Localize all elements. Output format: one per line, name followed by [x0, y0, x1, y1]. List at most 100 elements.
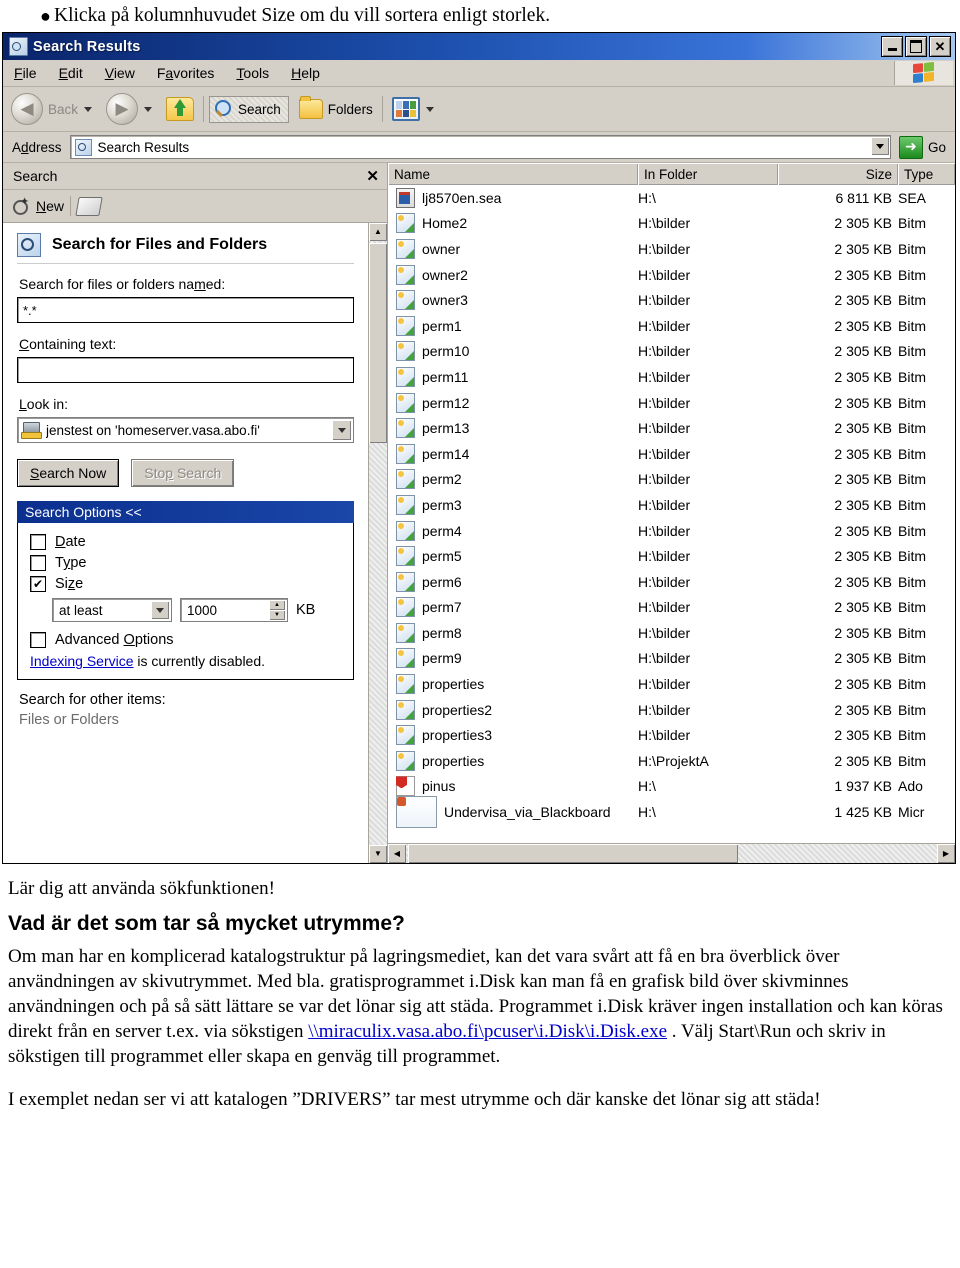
table-row[interactable]: perm12 H:\bilder 2 305 KB Bitm: [388, 390, 955, 416]
idisk-link[interactable]: \\miraculix.vasa.abo.fi\pcuser\i.Disk\i.…: [308, 1021, 667, 1042]
type-checkbox[interactable]: [30, 555, 46, 571]
column-header-name[interactable]: Name: [388, 163, 638, 185]
bullet-text: Klicka på kolumnhuvudet Size om du vill …: [54, 5, 551, 26]
column-header-size[interactable]: Size: [778, 163, 898, 185]
sidebar-scroll-down-icon[interactable]: ▼: [369, 845, 387, 863]
cell-size: 2 305 KB: [834, 496, 892, 513]
forward-history-chevron-icon[interactable]: [144, 106, 153, 112]
sidebar-scroll-thumb[interactable]: [369, 243, 387, 443]
menu-view[interactable]: View: [94, 62, 146, 84]
views-button[interactable]: [388, 95, 444, 123]
table-row[interactable]: perm13 H:\bilder 2 305 KB Bitm: [388, 415, 955, 441]
table-row[interactable]: perm4 H:\bilder 2 305 KB Bitm: [388, 518, 955, 544]
search-options-box: Date Type ✔ Size at least 1000 ▲ ▼ KB Ad…: [17, 523, 354, 680]
indexing-service-link[interactable]: Indexing Service: [30, 653, 134, 669]
containing-input[interactable]: [17, 357, 354, 383]
sidebar-toolbar: ✦ New: [3, 190, 387, 223]
address-dropdown-button[interactable]: [870, 137, 889, 155]
sidebar-scroll-track[interactable]: [369, 443, 387, 845]
results-horizontal-scrollbar[interactable]: ◀ ▶: [388, 843, 955, 863]
table-row[interactable]: properties H:\ProjektA 2 305 KB Bitm: [388, 748, 955, 774]
table-row[interactable]: perm11 H:\bilder 2 305 KB Bitm: [388, 364, 955, 390]
size-checkbox[interactable]: ✔: [30, 576, 46, 592]
option-date[interactable]: Date: [30, 534, 345, 550]
results-scroll-left-icon[interactable]: ◀: [388, 844, 406, 863]
lookin-combobox[interactable]: jenstest on 'homeserver.vasa.abo.fi': [17, 417, 354, 443]
table-row[interactable]: perm7 H:\bilder 2 305 KB Bitm: [388, 595, 955, 621]
bmp-file-icon: [396, 571, 415, 592]
cell-name: perm4: [388, 520, 638, 541]
lookin-value: jenstest on 'homeserver.vasa.abo.fi': [46, 422, 260, 438]
table-row[interactable]: perm14 H:\bilder 2 305 KB Bitm: [388, 441, 955, 467]
advanced-options-checkbox[interactable]: [30, 632, 46, 648]
change-preferences-icon[interactable]: [75, 196, 103, 216]
back-history-chevron-icon[interactable]: [84, 106, 93, 112]
cell-in-folder: H:\bilder: [638, 573, 691, 590]
size-spinner-down-icon[interactable]: ▼: [269, 610, 285, 620]
cell-in-folder: H:\bilder: [638, 317, 691, 334]
menu-help[interactable]: Help: [280, 62, 331, 84]
menu-file[interactable]: File: [3, 62, 48, 84]
back-button[interactable]: ◀ Back: [7, 91, 102, 127]
date-checkbox[interactable]: [30, 534, 46, 550]
maximize-button[interactable]: [905, 36, 927, 57]
views-chevron-icon[interactable]: [425, 106, 434, 112]
minimize-button[interactable]: [881, 36, 903, 57]
table-row[interactable]: lj8570en.sea H:\ 6 811 KB SEA: [388, 185, 955, 211]
size-value-spinner[interactable]: 1000 ▲ ▼: [180, 598, 288, 622]
table-row[interactable]: properties2 H:\bilder 2 305 KB Bitm: [388, 697, 955, 723]
menu-favorites[interactable]: Favorites: [146, 62, 226, 84]
column-header-in-folder[interactable]: In Folder: [638, 163, 778, 185]
table-row[interactable]: perm1 H:\bilder 2 305 KB Bitm: [388, 313, 955, 339]
sidebar-scroll-up-icon[interactable]: ▲: [369, 223, 387, 241]
results-scroll-right-icon[interactable]: ▶: [937, 844, 955, 863]
size-spinner-up-icon[interactable]: ▲: [269, 600, 285, 610]
table-row[interactable]: Undervisa_via_Blackboard H:\ 1 425 KB Micr: [388, 796, 955, 829]
option-size[interactable]: ✔ Size: [30, 576, 345, 592]
cell-size: 2 305 KB: [834, 573, 892, 590]
search-toggle-button[interactable]: Search: [209, 95, 289, 123]
forward-button[interactable]: ▶: [102, 91, 162, 127]
folders-toggle-button[interactable]: Folders: [295, 96, 377, 121]
up-one-level-button[interactable]: [162, 95, 198, 123]
named-input[interactable]: *.*: [17, 297, 354, 323]
sidebar-close-icon[interactable]: ✕: [366, 167, 379, 185]
go-button[interactable]: ➜ Go: [891, 135, 952, 159]
menu-edit[interactable]: Edit: [48, 62, 94, 84]
option-advanced[interactable]: Advanced Options: [30, 632, 345, 648]
table-row[interactable]: perm2 H:\bilder 2 305 KB Bitm: [388, 467, 955, 493]
search-now-button[interactable]: Search Now: [17, 459, 120, 487]
column-header-type[interactable]: Type: [898, 163, 955, 185]
cell-name: perm8: [388, 622, 638, 643]
close-button[interactable]: ✕: [929, 36, 951, 57]
new-search-button[interactable]: ✦ New: [11, 196, 64, 215]
table-row[interactable]: perm3 H:\bilder 2 305 KB Bitm: [388, 492, 955, 518]
cell-type: Bitm: [898, 522, 926, 539]
search-options-header[interactable]: Search Options <<: [17, 501, 354, 523]
file-name: Home2: [422, 215, 468, 232]
table-row[interactable]: perm5 H:\bilder 2 305 KB Bitm: [388, 543, 955, 569]
table-row[interactable]: owner3 H:\bilder 2 305 KB Bitm: [388, 287, 955, 313]
table-row[interactable]: properties3 H:\bilder 2 305 KB Bitm: [388, 722, 955, 748]
sidebar-vertical-scrollbar[interactable]: ▲ ▼: [368, 223, 387, 863]
table-row[interactable]: perm6 H:\bilder 2 305 KB Bitm: [388, 569, 955, 595]
lookin-dropdown-button[interactable]: [332, 420, 351, 440]
table-row[interactable]: perm8 H:\bilder 2 305 KB Bitm: [388, 620, 955, 646]
cell-size: 2 305 KB: [834, 394, 892, 411]
table-row[interactable]: properties H:\bilder 2 305 KB Bitm: [388, 671, 955, 697]
table-row[interactable]: perm10 H:\bilder 2 305 KB Bitm: [388, 339, 955, 365]
table-row[interactable]: owner2 H:\bilder 2 305 KB Bitm: [388, 262, 955, 288]
menu-tools[interactable]: Tools: [225, 62, 280, 84]
table-row[interactable]: Home2 H:\bilder 2 305 KB Bitm: [388, 211, 955, 237]
table-row[interactable]: owner H:\bilder 2 305 KB Bitm: [388, 236, 955, 262]
results-scroll-track[interactable]: [738, 844, 937, 863]
address-input[interactable]: Search Results: [69, 135, 891, 159]
table-row[interactable]: perm9 H:\bilder 2 305 KB Bitm: [388, 646, 955, 672]
size-operator-combobox[interactable]: at least: [52, 598, 172, 622]
other-items-first[interactable]: Files or Folders: [19, 712, 354, 728]
size-spinner-arrows[interactable]: ▲ ▼: [269, 600, 285, 620]
size-operator-dropdown-button[interactable]: [151, 601, 169, 619]
results-scroll-thumb[interactable]: [408, 844, 738, 863]
option-type[interactable]: Type: [30, 555, 345, 571]
cell-type: Bitm: [898, 471, 926, 488]
